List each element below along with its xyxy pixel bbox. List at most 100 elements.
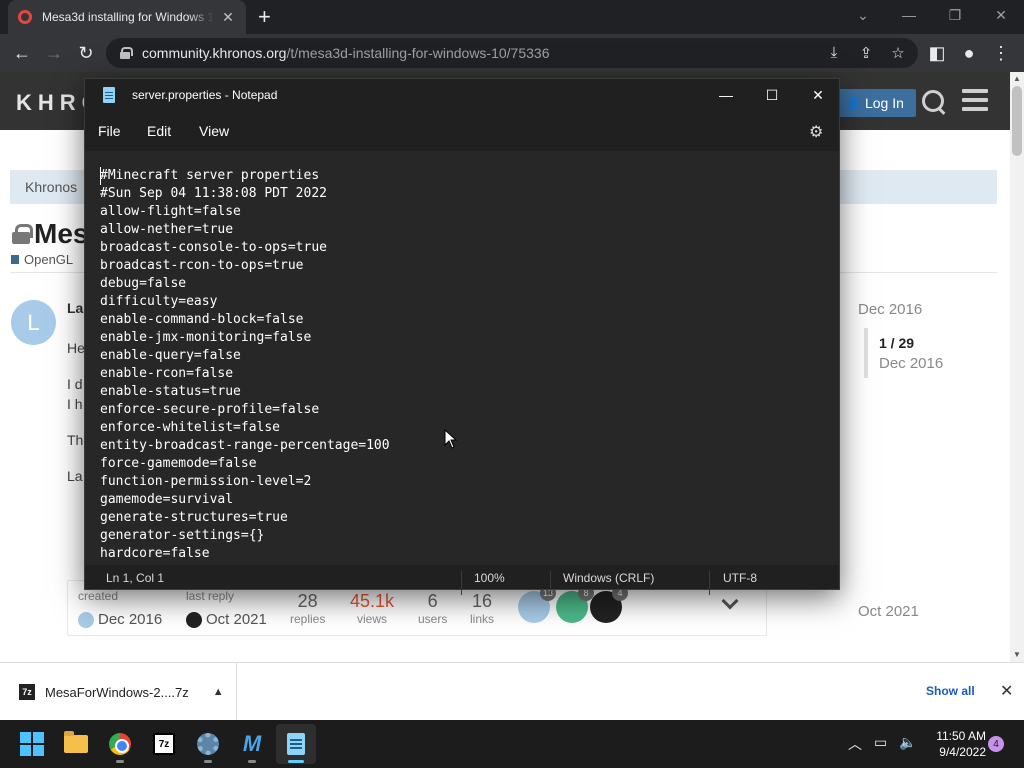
participant-avatar[interactable]: 13 xyxy=(518,585,556,623)
login-button[interactable]: 👤 Log In xyxy=(838,89,916,117)
stat-replies: 28 replies xyxy=(290,591,325,626)
notepad-titlebar[interactable]: server.properties - Notepad — ☐ ✕ xyxy=(85,79,839,111)
line-ending: Windows (CRLF) xyxy=(563,571,655,585)
participant-avatar[interactable]: 4 xyxy=(590,585,628,623)
forward-arrow-icon[interactable]: → xyxy=(41,40,67,66)
created-label: created xyxy=(78,589,119,603)
timeline-current-date: Dec 2016 xyxy=(879,355,944,372)
folder-icon xyxy=(64,731,88,753)
timeline-end-date[interactable]: Oct 2021 xyxy=(858,603,919,620)
clock-date: 9/4/2022 xyxy=(939,745,986,759)
stat-views: 45.1k views xyxy=(350,591,394,626)
search-icon[interactable] xyxy=(918,86,948,116)
close-button[interactable]: ✕ xyxy=(795,79,841,111)
page-scrollbar[interactable]: ▲ ▼ xyxy=(1010,72,1024,662)
profile-avatar-icon[interactable]: ● xyxy=(956,40,982,66)
download-item[interactable]: 7z MesaForWindows-2....7z ▲ xyxy=(0,663,237,721)
stat-users: 6 users xyxy=(418,591,447,626)
post-text-line: Th xyxy=(67,432,84,448)
stat-number: 16 xyxy=(471,591,493,611)
stat-number: 45.1k xyxy=(350,591,395,611)
settings-gear-icon[interactable]: ⚙ xyxy=(809,122,823,142)
close-browser-button[interactable]: ✕ xyxy=(978,0,1024,30)
closed-lock-icon xyxy=(12,224,33,244)
scrollbar-thumb[interactable] xyxy=(1012,86,1022,156)
windows-taskbar: 7z M ︿ ▭ 🔈 11:50 AM 9/4/2022 4 xyxy=(0,720,1024,768)
creator-avatar xyxy=(78,611,94,628)
notepad-menubar: File Edit View ⚙ xyxy=(85,111,839,151)
back-arrow-icon[interactable]: ← xyxy=(9,40,35,66)
notepad-window: server.properties - Notepad — ☐ ✕ File E… xyxy=(84,78,840,595)
side-panel-icon[interactable]: ◧ xyxy=(924,40,950,66)
share-icon[interactable]: ⇪ xyxy=(856,44,876,62)
7z-file-icon: 7z xyxy=(19,684,35,700)
scroll-up-icon[interactable]: ▲ xyxy=(1013,74,1021,83)
mesa-app-button[interactable]: M xyxy=(232,724,272,764)
status-separator xyxy=(461,571,462,595)
chrome-icon xyxy=(109,733,131,755)
avatar[interactable]: L xyxy=(11,300,56,345)
tab-title: Mesa3d installing for Windows 10 xyxy=(42,10,214,24)
install-app-icon[interactable]: ⤓ xyxy=(824,44,844,61)
menu-edit[interactable]: Edit xyxy=(147,123,171,139)
close-download-bar-icon[interactable]: ✕ xyxy=(1000,681,1013,701)
hamburger-menu-icon[interactable] xyxy=(962,89,988,111)
khronos-favicon-icon xyxy=(18,10,32,24)
chevron-down-icon[interactable] xyxy=(721,592,739,610)
status-separator xyxy=(550,571,551,595)
last-reply-label: last reply xyxy=(186,589,235,603)
timeline-post-count: 1 / 29 xyxy=(879,335,915,351)
restore-browser-button[interactable]: ❐ xyxy=(932,0,978,30)
running-indicator xyxy=(204,760,212,763)
reload-icon[interactable]: ↻ xyxy=(73,40,99,66)
browser-tab-strip: Mesa3d installing for Windows 10 ✕ + ⌄ —… xyxy=(0,0,1024,34)
post-text-line: I h xyxy=(67,396,83,412)
browser-menu-icon[interactable]: ⋮ xyxy=(988,40,1014,66)
post-author[interactable]: La xyxy=(67,300,83,316)
menu-view[interactable]: View xyxy=(199,123,229,139)
address-bar[interactable]: community.khronos.org/t/mesa3d-installin… xyxy=(106,38,918,68)
timeline-scroller[interactable] xyxy=(864,328,868,378)
show-all-downloads-button[interactable]: Show all xyxy=(926,684,975,698)
editor-content[interactable]: #Minecraft server properties #Sun Sep 04… xyxy=(100,167,390,563)
tab-search-icon[interactable]: ⌄ xyxy=(840,0,886,30)
text-caret xyxy=(100,167,101,185)
notepad-taskbar-button[interactable] xyxy=(276,724,316,764)
chevron-up-icon[interactable]: ▲ xyxy=(213,686,224,698)
user-icon: 👤 xyxy=(846,96,861,110)
last-reply-value[interactable]: Oct 2021 xyxy=(186,611,267,628)
text-editor[interactable]: #Minecraft server properties #Sun Sep 04… xyxy=(85,151,839,563)
menu-file[interactable]: File xyxy=(98,123,121,139)
tab-close-icon[interactable]: ✕ xyxy=(220,9,236,26)
minimize-browser-button[interactable]: — xyxy=(886,0,932,30)
category-badge[interactable]: OpenGL xyxy=(11,252,73,267)
chrome-button[interactable] xyxy=(100,724,140,764)
login-label: Log In xyxy=(864,95,904,111)
start-button[interactable] xyxy=(12,724,52,764)
new-tab-button[interactable]: + xyxy=(258,4,271,30)
scroll-down-icon[interactable]: ▼ xyxy=(1013,650,1021,659)
maximize-button[interactable]: ☐ xyxy=(749,79,795,111)
notepad-statusbar: Ln 1, Col 1 100% Windows (CRLF) UTF-8 xyxy=(85,565,839,595)
settings-gear-icon xyxy=(197,733,219,755)
7zip-icon: 7z xyxy=(153,733,175,755)
file-explorer-button[interactable] xyxy=(56,724,96,764)
browser-tab[interactable]: Mesa3d installing for Windows 10 ✕ xyxy=(8,0,246,34)
last-reply-avatar xyxy=(186,611,202,628)
running-indicator xyxy=(288,760,304,763)
timeline-start-date[interactable]: Dec 2016 xyxy=(858,301,922,318)
notification-badge[interactable]: 4 xyxy=(988,736,1004,752)
show-hidden-icons-chevron-icon[interactable]: ︿ xyxy=(848,734,862,754)
download-bar: 7z MesaForWindows-2....7z ▲ Show all ✕ xyxy=(0,662,1024,721)
volume-icon[interactable]: 🔈 xyxy=(899,734,916,751)
settings-button[interactable] xyxy=(188,724,228,764)
created-value: Dec 2016 xyxy=(78,611,162,628)
lock-icon[interactable] xyxy=(120,47,133,59)
minimize-button[interactable]: — xyxy=(703,79,749,111)
7zip-button[interactable]: 7z xyxy=(144,724,184,764)
clock-time: 11:50 AM xyxy=(936,729,986,743)
bookmark-star-icon[interactable]: ☆ xyxy=(888,44,908,62)
network-icon[interactable]: ▭ xyxy=(874,734,887,751)
system-clock[interactable]: 11:50 AM 9/4/2022 xyxy=(926,728,986,760)
participant-avatar[interactable]: 8 xyxy=(556,585,594,623)
